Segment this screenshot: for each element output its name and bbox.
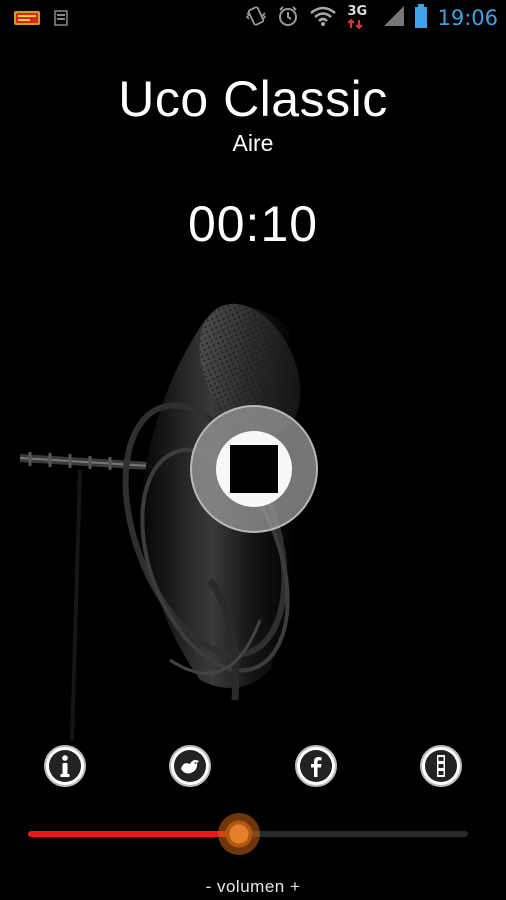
status-bar: 3G 19:06: [0, 0, 506, 36]
network-3g-icon: 3G: [347, 4, 373, 30]
menu-icon: [425, 750, 457, 782]
signal-icon: [383, 5, 405, 32]
facebook-icon: [300, 750, 332, 782]
notification-icon: [54, 10, 68, 31]
info-button[interactable]: [44, 745, 86, 787]
radio-app-icon: [14, 8, 40, 33]
volume-level: [28, 831, 239, 837]
volume-label: - volumen +: [205, 877, 301, 896]
station-status: Aire: [232, 130, 274, 156]
info-icon: [49, 750, 81, 782]
battery-icon: [415, 3, 428, 33]
wifi-icon: [309, 5, 337, 32]
elapsed-time: 00:10: [187, 196, 319, 252]
station-name: Uco Classic: [118, 71, 388, 127]
menu-button[interactable]: [420, 745, 462, 787]
stop-button[interactable]: [190, 405, 318, 533]
volume-thumb[interactable]: [218, 813, 260, 855]
status-icons: 3G 19:06: [245, 0, 498, 36]
twitter-icon: [174, 750, 206, 782]
vibrate-icon: [245, 5, 267, 32]
twitter-button[interactable]: [169, 745, 211, 787]
stop-button-face: [216, 431, 292, 507]
volume-slider[interactable]: [28, 813, 468, 855]
alarm-icon: [277, 5, 299, 32]
status-time: 19:06: [437, 6, 498, 30]
stop-icon: [230, 445, 278, 493]
facebook-button[interactable]: [295, 745, 337, 787]
